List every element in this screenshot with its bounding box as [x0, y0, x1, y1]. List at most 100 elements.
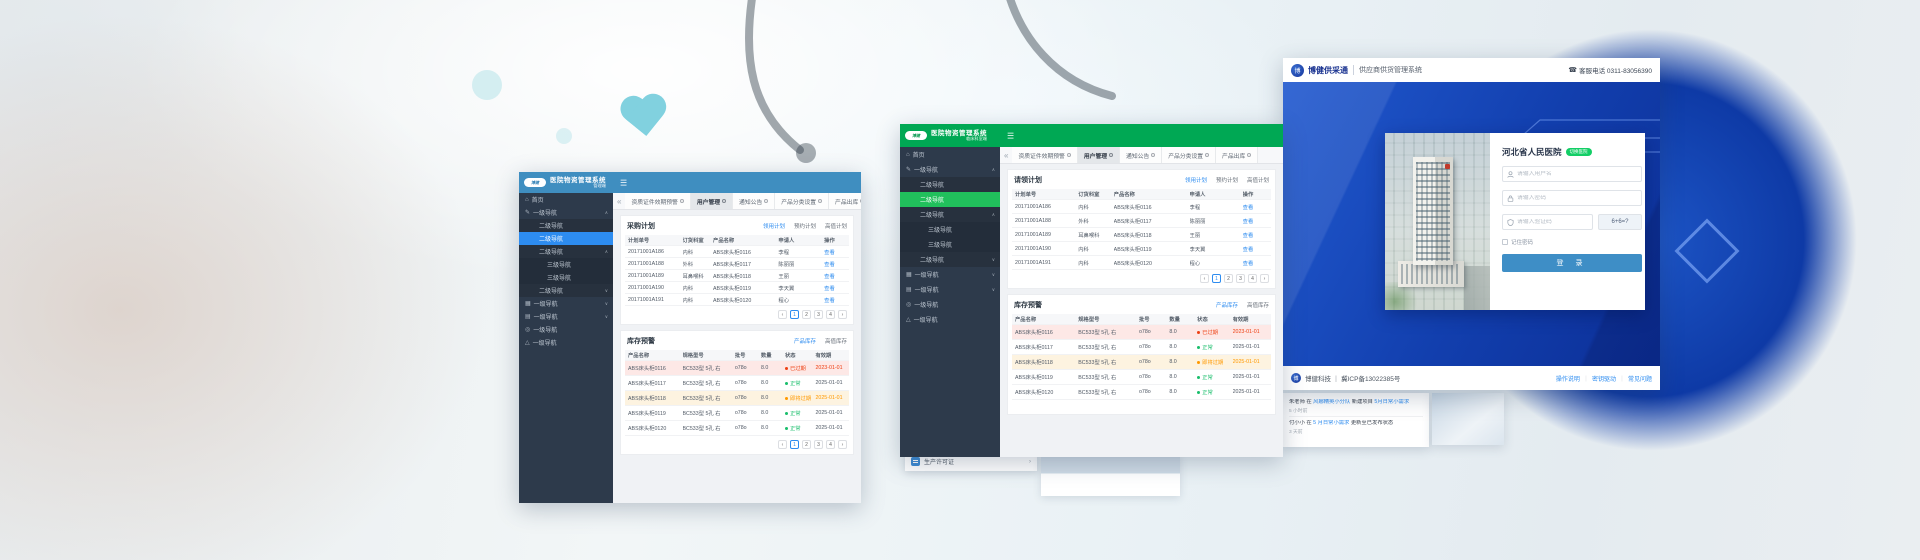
card-link[interactable]: 高值库存 [1247, 303, 1269, 309]
pagination-item[interactable]: › [838, 440, 847, 449]
view-link[interactable]: 查看 [824, 284, 846, 292]
view-link[interactable]: 查看 [824, 260, 846, 268]
cell: 李程 [778, 248, 824, 256]
sidebar-item-11[interactable]: △一级导航 [900, 312, 1000, 327]
login-button[interactable]: 登 录 [1502, 254, 1642, 272]
pagination-item[interactable]: ‹ [1200, 274, 1209, 283]
sidebar-item-6[interactable]: 三级导航 [900, 237, 1000, 252]
pagination-item[interactable]: 4 [1248, 274, 1257, 283]
pagination-item[interactable]: 4 [826, 440, 835, 449]
view-link[interactable]: 查看 [1243, 217, 1268, 225]
column-header: 状态 [1197, 315, 1232, 323]
sidebar-item-0[interactable]: ⌂首页 [519, 193, 613, 206]
password-input[interactable] [1517, 195, 1641, 201]
sidebar-item-3[interactable]: 二级导航 [519, 232, 613, 245]
tab-4[interactable]: 产品出库 [829, 193, 861, 209]
pagination-item[interactable]: 3 [1236, 274, 1245, 283]
plan-table: 计划单号订货科室产品名称申请人操作20171001A186内科ABS床头柜011… [1012, 189, 1271, 270]
feed-target-link[interactable]: 风娜精英小分队 [1313, 399, 1350, 405]
card-link[interactable]: 预约计划 [794, 224, 816, 230]
tab-1[interactable]: 用户管理 [1078, 147, 1120, 163]
card-link[interactable]: 高值计划 [825, 224, 847, 230]
pagination-item[interactable]: › [838, 310, 847, 319]
pagination-item[interactable]: 3 [814, 310, 823, 319]
captcha-input[interactable] [1517, 219, 1592, 225]
tab-0[interactable]: 资质证件效期预警 [1012, 147, 1077, 163]
plan-link-group: 领用计划 预约计划 高值计划 [1176, 176, 1269, 184]
pagination-item[interactable]: 1 [790, 310, 799, 319]
remember-checkbox[interactable] [1502, 239, 1508, 245]
tab-0[interactable]: 资质证件效期预警 [625, 193, 690, 209]
view-link[interactable]: 查看 [1243, 231, 1268, 239]
sidebar-item-5[interactable]: 三级导航 [900, 222, 1000, 237]
sidebar-item-label: 一级导航 [914, 315, 938, 324]
sidebar-item-2[interactable]: 二级导航 [900, 177, 1000, 192]
view-link[interactable]: 查看 [1243, 259, 1268, 267]
sidebar-item-10[interactable]: ◎一级导航 [900, 297, 1000, 312]
sidebar-item-7[interactable]: 二级导航∨ [519, 284, 613, 297]
card-link[interactable]: 领用计划 [763, 224, 785, 230]
tab-2[interactable]: 通知公告 [733, 193, 775, 209]
hamburger-menu-icon[interactable]: ☰ [1007, 131, 1014, 140]
sidebar-item-10[interactable]: ◎一级导航 [519, 323, 613, 336]
sidebar-item-11[interactable]: △一级导航 [519, 336, 613, 349]
pagination-item[interactable]: 2 [1224, 274, 1233, 283]
view-link[interactable]: 查看 [824, 248, 846, 256]
hamburger-menu-icon[interactable]: ☰ [620, 178, 627, 187]
card-link[interactable]: 产品库存 [794, 339, 816, 345]
footer-link[interactable]: 密钥驱动 [1592, 374, 1616, 383]
tab-2[interactable]: 通知公告 [1120, 147, 1162, 163]
sidebar-item-8[interactable]: ▦一级导航∨ [519, 297, 613, 310]
feed-target-link[interactable]: 5月日常小需求 [1374, 399, 1409, 405]
sidebar-item-label: 二级导航 [920, 255, 944, 264]
sidebar-item-3[interactable]: 二级导航 [900, 192, 1000, 207]
collapse-tabs-icon[interactable]: « [617, 197, 621, 206]
footer-link[interactable]: 操作说明 [1556, 374, 1580, 383]
sidebar-item-2[interactable]: 二级导航 [519, 219, 613, 232]
collapse-tabs-icon[interactable]: « [1004, 151, 1008, 160]
card-link[interactable]: 高值计划 [1247, 178, 1269, 184]
card-link[interactable]: 高值库存 [825, 339, 847, 345]
pagination-item[interactable]: 2 [802, 440, 811, 449]
pagination-item[interactable]: 1 [790, 440, 799, 449]
tab-label: 产品分类设置 [1168, 151, 1203, 160]
sidebar-item-1[interactable]: ✎一级导航∧ [900, 162, 1000, 177]
pagination-item[interactable]: 2 [802, 310, 811, 319]
sidebar-item-7[interactable]: 二级导航∨ [900, 252, 1000, 267]
switch-hospital-badge[interactable]: 切换医院 [1566, 148, 1592, 156]
sidebar-item-4[interactable]: 二级导航∧ [900, 207, 1000, 222]
card-link[interactable]: 产品库存 [1216, 303, 1238, 309]
sidebar-item-6[interactable]: 三级导航 [519, 271, 613, 284]
pagination-item[interactable]: 3 [814, 440, 823, 449]
card-link[interactable]: 预约计划 [1216, 178, 1238, 184]
sidebar-item-4[interactable]: 二级导航∧ [519, 245, 613, 258]
sidebar-item-9[interactable]: ▤一级导航∨ [900, 282, 1000, 297]
pagination-item[interactable]: 4 [826, 310, 835, 319]
sidebar-item-5[interactable]: 三级导航 [519, 258, 613, 271]
cell: 内科 [683, 296, 714, 304]
view-link[interactable]: 查看 [824, 272, 846, 280]
pagination-item[interactable]: ‹ [778, 310, 787, 319]
view-link[interactable]: 查看 [1243, 245, 1268, 253]
feed-target-link[interactable]: 5 月日常小需求 [1313, 420, 1349, 426]
pagination-item[interactable]: ‹ [778, 440, 787, 449]
pagination-item[interactable]: › [1260, 274, 1269, 283]
captcha-question[interactable]: 6+6=? [1598, 214, 1642, 230]
footer-link[interactable]: 常见问题 [1628, 374, 1652, 383]
sidebar-item-1[interactable]: ✎一级导航∧ [519, 206, 613, 219]
cell: 程心 [1190, 259, 1243, 267]
tab-3[interactable]: 产品分类设置 [775, 193, 829, 209]
pagination-item[interactable]: 1 [1212, 274, 1221, 283]
sidebar-item-0[interactable]: ⌂首页 [900, 147, 1000, 162]
card-link[interactable]: 领用计划 [1185, 178, 1207, 184]
username-input[interactable] [1517, 171, 1641, 177]
view-link[interactable]: 查看 [1243, 203, 1268, 211]
cell: ABS床头柜0117 [628, 379, 683, 387]
tab-1[interactable]: 用户管理 [691, 193, 733, 209]
view-link[interactable]: 查看 [824, 296, 846, 304]
tab-3[interactable]: 产品分类设置 [1162, 147, 1216, 163]
tab-4[interactable]: 产品出库 [1216, 147, 1258, 163]
sidebar-item-8[interactable]: ▦一级导航∨ [900, 267, 1000, 282]
sidebar-item-9[interactable]: ▤一级导航∨ [519, 310, 613, 323]
card-title: 请领计划 [1014, 175, 1042, 185]
